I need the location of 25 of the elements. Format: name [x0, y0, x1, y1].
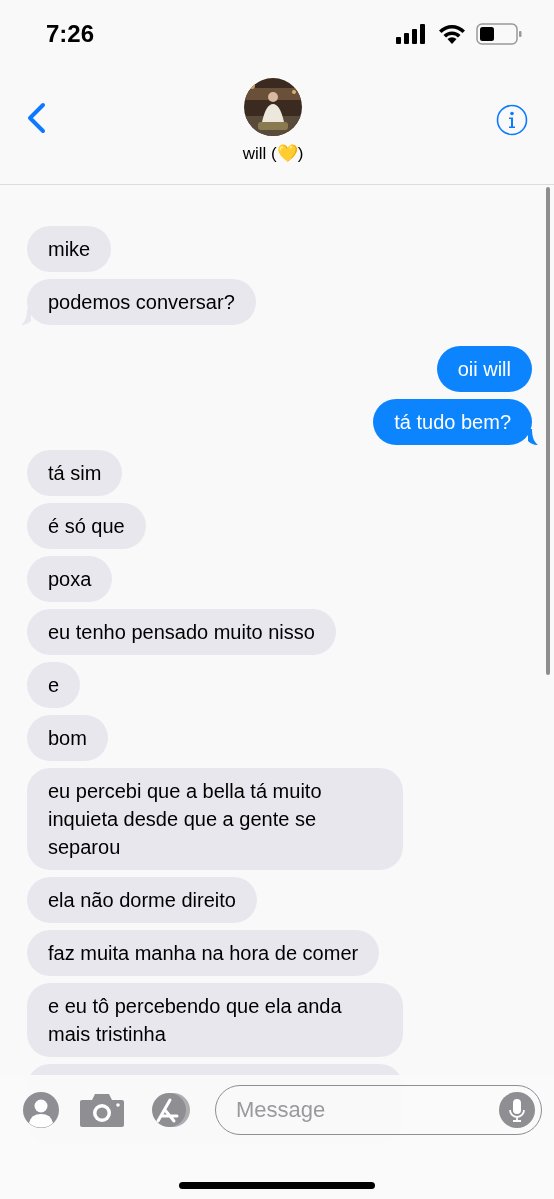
microphone-icon[interactable]: [499, 1092, 535, 1128]
message-bubble: mike: [27, 226, 112, 272]
battery-icon: [476, 23, 522, 45]
message-bubble: e eu tô percebendo que ela anda mais tristinha: [27, 983, 403, 1057]
message-bubble: tá tudo bem?: [373, 399, 532, 445]
message-bubble: faz muita manha na hora de comer: [27, 930, 380, 976]
status-time: 7:26: [46, 19, 95, 49]
message-bubble: bom: [27, 715, 108, 761]
message-bubble: tá sim: [27, 450, 123, 496]
message-bubble: ela não dorme direito: [27, 877, 257, 923]
message-bubble: poxa: [27, 556, 113, 602]
message-bubble: eu tenho pensado muito nisso: [27, 609, 336, 655]
message-bubble: eu percebi que a bella tá muito inquieta desde que a gente se separou: [27, 768, 403, 870]
message-bubble: oii will: [436, 346, 532, 392]
message-bubble: é só que: [27, 503, 146, 549]
message-bubble: e: [27, 662, 81, 708]
bubble-tail: [528, 429, 538, 445]
contact-icon[interactable]: [23, 1092, 59, 1128]
wifi-icon: [438, 24, 466, 44]
message-bubble: podemos conversar?: [27, 279, 256, 325]
camera-icon[interactable]: [79, 1092, 125, 1128]
signal-icon: [396, 24, 428, 44]
message-field[interactable]: Message: [215, 1085, 542, 1135]
contact-name[interactable]: will (💛): [242, 142, 304, 166]
info-button[interactable]: [496, 104, 528, 136]
